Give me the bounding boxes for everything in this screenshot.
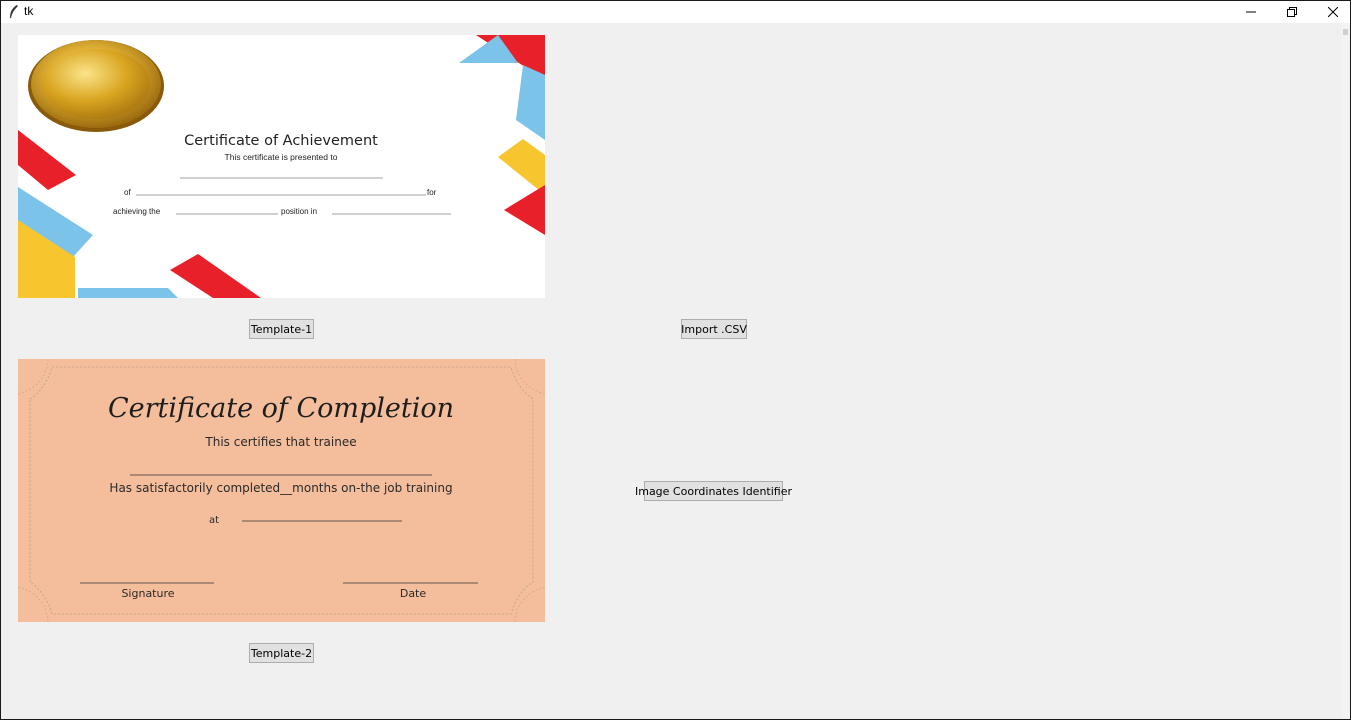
certificate-subtitle: This certifies that trainee — [204, 435, 356, 449]
certificate-subtitle: This certificate is presented to — [225, 152, 338, 162]
window-title: tk — [24, 4, 34, 18]
for-label: for — [427, 188, 437, 197]
title-bar[interactable]: tk — [1, 1, 1350, 23]
certificate-body-text: Has satisfactorily completed__months on-… — [109, 481, 452, 495]
yellow-shape — [498, 139, 545, 195]
blue-shape — [516, 65, 545, 140]
feather-icon — [10, 5, 18, 18]
red-shape — [170, 254, 261, 298]
red-shape — [18, 130, 76, 190]
scrollbar[interactable] — [1341, 23, 1349, 719]
date-label: Date — [400, 587, 427, 600]
of-label: of — [124, 188, 131, 197]
app-window: tk Certificate of Achievement This certi… — [0, 0, 1351, 720]
certificate-completion-image: Certificate of Completion This certifies… — [18, 359, 545, 622]
certificate-title: Certificate of Achievement — [184, 133, 378, 149]
minimize-button[interactable] — [1231, 1, 1271, 23]
scrollbar-thumb[interactable] — [1343, 29, 1348, 35]
minimize-icon — [1246, 11, 1256, 13]
certificate-title: Certificate of Completion — [108, 393, 454, 424]
red-shape — [504, 185, 545, 235]
achieving-label: achieving the — [113, 207, 161, 216]
certificate-template-2: Certificate of Completion This certifies… — [18, 359, 545, 622]
close-icon — [1328, 7, 1338, 17]
template-1-button[interactable]: Template-1 — [249, 319, 314, 339]
position-label: position in — [281, 207, 317, 216]
certificate-template-1: Certificate of Achievement This certific… — [18, 35, 545, 298]
template-2-button[interactable]: Template-2 — [249, 643, 314, 663]
restore-icon — [1287, 7, 1297, 17]
blue-shape — [78, 288, 178, 298]
certificate-achievement-image: Certificate of Achievement This certific… — [18, 35, 545, 298]
image-coordinates-button[interactable]: Image Coordinates Identifier — [635, 481, 792, 501]
signature-label: Signature — [121, 587, 174, 600]
import-csv-button[interactable]: Import .CSV — [681, 319, 747, 339]
restore-button[interactable] — [1272, 1, 1312, 23]
at-label: at — [209, 515, 219, 526]
close-button[interactable] — [1313, 1, 1351, 23]
